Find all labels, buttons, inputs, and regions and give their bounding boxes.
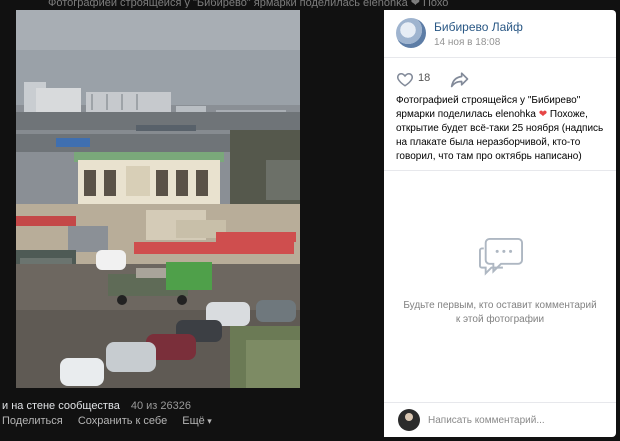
heart-emoji: ❤ xyxy=(538,109,548,120)
album-link[interactable]: и на стене сообщества xyxy=(2,400,120,412)
group-avatar[interactable] xyxy=(396,18,426,48)
post-actions: 18 xyxy=(396,70,606,90)
comments-area: Будьте первым, кто оставит комментарий к… xyxy=(384,170,616,410)
background-post-text: Фотографией строящейся у "Бибирево" ярма… xyxy=(48,0,448,8)
post-header: Бибирево Лайф 14 ноя в 18:08 xyxy=(384,10,616,58)
more-actions-button[interactable]: Ещё xyxy=(182,415,212,427)
group-name-link[interactable]: Бибирево Лайф xyxy=(434,20,523,34)
album-info: и на стене сообщества 40 из 26326 xyxy=(2,400,191,412)
share-arrow-icon[interactable] xyxy=(450,70,470,88)
photo[interactable] xyxy=(16,10,300,388)
heart-outline-icon[interactable] xyxy=(396,70,414,88)
post-caption: Фотографией строящейся у "Бибирево" ярма… xyxy=(396,94,608,164)
share-photo-button[interactable]: Поделиться xyxy=(2,415,63,427)
photo-counter: 40 из 26326 xyxy=(130,400,191,412)
comment-input[interactable] xyxy=(428,411,604,429)
like-count: 18 xyxy=(418,72,431,84)
photo-viewer-footer: и на стене сообщества 40 из 26326 Подели… xyxy=(0,396,384,441)
empty-comments-text: Будьте первым, кто оставит комментарий к… xyxy=(403,300,597,325)
save-photo-button[interactable]: Сохранить к себе xyxy=(78,415,167,427)
chat-bubble-icon xyxy=(479,237,523,276)
footer-actions: Поделиться Сохранить к себе Ещё xyxy=(2,415,224,427)
photo-image xyxy=(16,10,300,388)
photo-info-panel: Бибирево Лайф 14 ноя в 18:08 18 Фотограф… xyxy=(384,10,616,437)
comment-composer xyxy=(384,402,616,437)
post-date[interactable]: 14 ноя в 18:08 xyxy=(434,37,500,48)
current-user-avatar[interactable] xyxy=(398,409,420,431)
